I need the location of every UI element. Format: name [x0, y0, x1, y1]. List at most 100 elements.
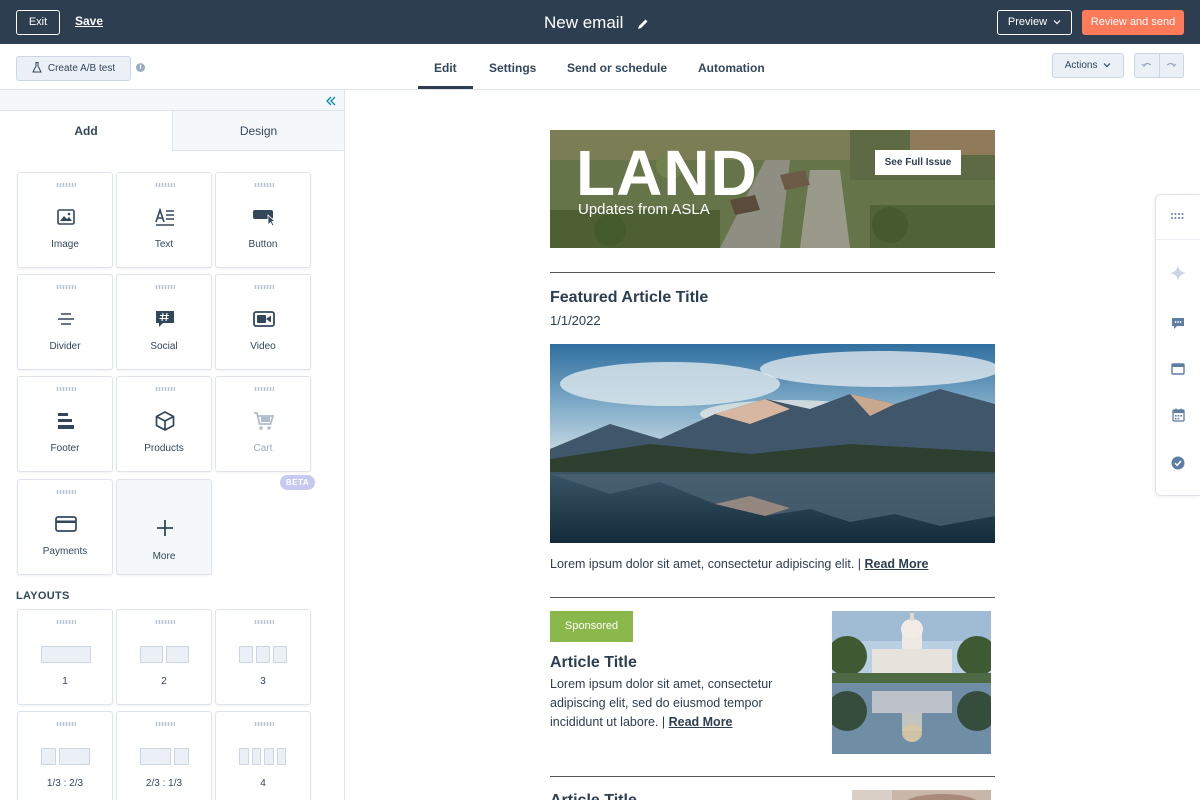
tab-add[interactable]: Add: [0, 111, 172, 151]
featured-article-title[interactable]: Featured Article Title: [550, 289, 708, 307]
info-icon[interactable]: i: [136, 63, 145, 72]
module-video[interactable]: Video: [215, 274, 311, 370]
drag-handle-icon[interactable]: [56, 183, 76, 187]
divider-line[interactable]: [550, 272, 995, 273]
undo-icon[interactable]: [1135, 54, 1160, 77]
grid-dots-icon[interactable]: [1170, 208, 1186, 224]
module-text[interactable]: Text: [116, 172, 212, 268]
actions-button[interactable]: Actions: [1052, 53, 1124, 78]
plus-icon: [151, 514, 179, 542]
module-button[interactable]: Button: [215, 172, 311, 268]
check-circle-icon[interactable]: [1170, 455, 1186, 471]
tab-settings[interactable]: Settings: [489, 61, 536, 75]
drag-handle-icon[interactable]: [56, 285, 76, 289]
double-chevron-left-icon[interactable]: [325, 94, 337, 106]
tab-send-or-schedule[interactable]: Send or schedule: [567, 61, 667, 75]
chevron-down-icon: [1050, 16, 1061, 28]
drag-handle-icon[interactable]: [56, 722, 76, 726]
tab-automation[interactable]: Automation: [698, 61, 765, 75]
text-icon: [151, 203, 179, 231]
layouts-heading: LAYOUTS: [16, 590, 70, 602]
chevron-down-icon: [1100, 60, 1111, 71]
calendar-icon[interactable]: [1170, 407, 1186, 423]
layout-two-thirds-one-third[interactable]: 2/3 : 1/3: [116, 711, 212, 800]
drag-handle-icon[interactable]: [155, 183, 175, 187]
hero-banner[interactable]: LAND Updates from ASLA See Full Issue: [550, 130, 995, 248]
layout-label: 2: [161, 676, 167, 687]
divider-line[interactable]: [550, 597, 995, 598]
layout-preview: [239, 748, 286, 765]
layout-one-third-two-thirds[interactable]: 1/3 : 2/3: [17, 711, 113, 800]
featured-body-text: Lorem ipsum dolor sit amet, consectetur …: [550, 557, 865, 571]
featured-article-image[interactable]: [550, 344, 995, 543]
modules-panel: Add Design Image Text Button Divider Soc…: [0, 90, 345, 800]
undo-redo-group: [1134, 53, 1184, 78]
module-label: Social: [150, 341, 178, 352]
create-ab-test-button[interactable]: Create A/B test: [16, 56, 131, 81]
drag-handle-icon[interactable]: [254, 285, 274, 289]
module-more[interactable]: More: [116, 479, 212, 575]
active-tab-indicator: [418, 86, 473, 89]
tab-edit[interactable]: Edit: [434, 61, 457, 75]
next-article-title[interactable]: Article Title: [550, 792, 637, 800]
preview-button[interactable]: Preview: [997, 10, 1072, 35]
article-body-line: adipiscing elit, sed do eiusmod tempor: [550, 696, 763, 710]
box-icon: [151, 407, 179, 435]
credit-card-icon: [52, 510, 80, 538]
article-image[interactable]: [832, 611, 991, 754]
layout-3-columns[interactable]: 3: [215, 609, 311, 705]
module-divider[interactable]: Divider: [17, 274, 113, 370]
next-article-image[interactable]: [852, 790, 991, 800]
module-image[interactable]: Image: [17, 172, 113, 268]
drag-handle-icon[interactable]: [56, 620, 76, 624]
drag-handle-icon[interactable]: [254, 387, 274, 391]
comment-icon[interactable]: [1170, 315, 1186, 331]
article-body[interactable]: Lorem ipsum dolor sit amet, consectetur …: [550, 675, 772, 732]
divider-line[interactable]: [550, 776, 995, 777]
layout-label: 2/3 : 1/3: [145, 778, 183, 789]
featured-article-date[interactable]: 1/1/2022: [550, 313, 601, 328]
drag-handle-icon[interactable]: [155, 722, 175, 726]
drag-handle-icon[interactable]: [155, 620, 175, 624]
layout-label: 3: [260, 676, 266, 687]
drag-handle-icon[interactable]: [254, 722, 274, 726]
layout-4-columns[interactable]: 4: [215, 711, 311, 800]
browser-window-icon[interactable]: [1170, 361, 1186, 377]
module-footer[interactable]: Footer: [17, 376, 113, 472]
sponsored-badge[interactable]: Sponsored: [550, 611, 633, 642]
module-cart[interactable]: Cart: [215, 376, 311, 472]
featured-article-body[interactable]: Lorem ipsum dolor sit amet, consectetur …: [550, 555, 928, 574]
layout-2-columns[interactable]: 2: [116, 609, 212, 705]
review-and-send-button[interactable]: Review and send: [1082, 10, 1184, 35]
module-label: Divider: [49, 341, 81, 352]
drag-handle-icon[interactable]: [56, 490, 76, 494]
layout-1-column[interactable]: 1: [17, 609, 113, 705]
module-payments[interactable]: Payments: [17, 479, 113, 575]
top-bar: Exit Save New email Preview Review and s…: [0, 0, 1200, 44]
article-title[interactable]: Article Title: [550, 654, 637, 672]
tab-design[interactable]: Design: [172, 111, 344, 151]
layout-preview: [140, 646, 189, 663]
layout-preview: [140, 748, 189, 765]
drag-handle-icon[interactable]: [155, 285, 175, 289]
module-label: Payments: [42, 546, 88, 557]
see-full-issue-button[interactable]: See Full Issue: [875, 150, 961, 175]
module-label: Products: [144, 443, 184, 454]
module-products[interactable]: Products: [116, 376, 212, 472]
read-more-link[interactable]: Read More: [669, 715, 733, 729]
drag-handle-icon[interactable]: [254, 620, 274, 624]
email-title[interactable]: New email: [544, 12, 649, 34]
redo-icon[interactable]: [1160, 54, 1184, 77]
pencil-icon[interactable]: [637, 17, 649, 29]
flask-icon: [32, 61, 42, 76]
sparkle-ai-icon[interactable]: [1170, 265, 1186, 281]
read-more-link[interactable]: Read More: [865, 557, 929, 571]
save-button[interactable]: Save: [75, 14, 103, 28]
drag-handle-icon[interactable]: [155, 387, 175, 391]
exit-button[interactable]: Exit: [16, 10, 60, 35]
module-label: Video: [250, 341, 276, 352]
module-social[interactable]: Social: [116, 274, 212, 370]
ab-test-label: Create A/B test: [47, 63, 116, 74]
drag-handle-icon[interactable]: [254, 183, 274, 187]
drag-handle-icon[interactable]: [56, 387, 76, 391]
